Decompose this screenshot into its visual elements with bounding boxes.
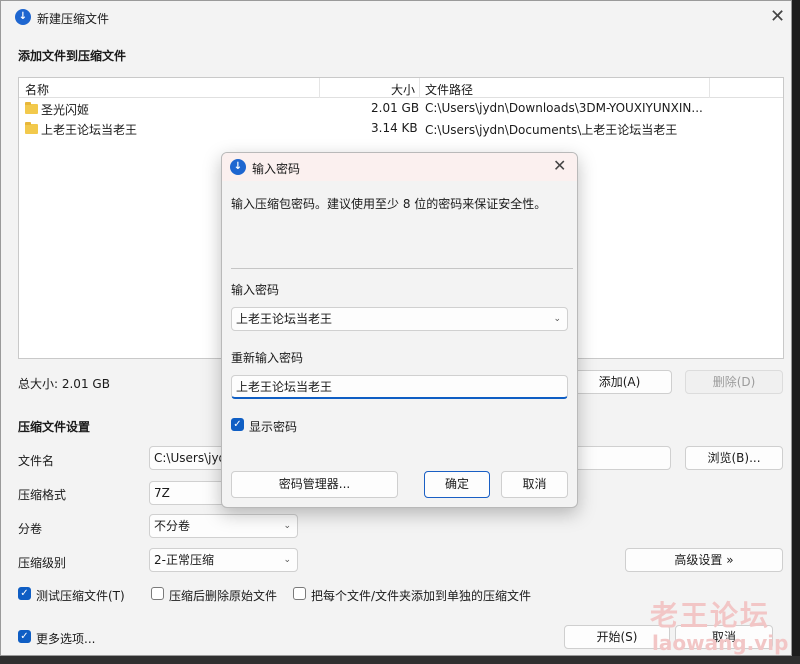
each-separate-label[interactable]: 把每个文件/文件夹添加到单独的压缩文件 xyxy=(311,587,531,604)
column-divider[interactable] xyxy=(709,78,710,98)
dialog-title-bar: ↓ 输入密码 ✕ xyxy=(222,153,577,181)
row-size: 2.01 GB xyxy=(371,101,420,115)
column-divider[interactable] xyxy=(319,78,320,98)
delete-after-checkbox[interactable] xyxy=(151,587,164,600)
level-select[interactable]: 2-正常压缩 ⌄ xyxy=(149,548,298,572)
browse-button[interactable]: 浏览(B)... xyxy=(685,446,783,470)
row-path: C:\Users\jydn\Downloads\3DM-YOUXIYUNXIN.… xyxy=(425,101,703,115)
format-select-value: 7Z xyxy=(154,486,170,500)
each-separate-checkbox[interactable] xyxy=(293,587,306,600)
more-options-label[interactable]: 更多选项... xyxy=(36,630,95,647)
format-label: 压缩格式 xyxy=(18,488,67,502)
password-combobox-value: 上老王论坛当老王 xyxy=(236,312,333,326)
chevron-down-icon: ⌄ xyxy=(283,521,291,531)
close-icon[interactable]: ✕ xyxy=(770,6,785,27)
total-size-text: 总大小: 2.01 GB xyxy=(18,377,110,391)
level-label: 压缩级别 xyxy=(18,556,67,570)
file-list-header: 名称 大小 文件路径 xyxy=(19,78,783,98)
close-icon[interactable]: ✕ xyxy=(553,156,566,175)
test-archive-checkbox[interactable]: ✓ xyxy=(18,587,31,600)
column-header-size[interactable]: 大小 xyxy=(391,81,415,98)
level-select-value: 2-正常压缩 xyxy=(154,553,214,567)
add-button[interactable]: 添加(A) xyxy=(567,370,672,394)
folder-icon xyxy=(25,122,38,134)
row-path: C:\Users\jydn\Documents\上老王论坛当老王 xyxy=(425,123,678,137)
folder-icon xyxy=(25,102,38,114)
table-row[interactable]: 上老王论坛当老王 3.14 KB C:\Users\jydn\Documents… xyxy=(19,118,783,138)
divider xyxy=(231,268,573,269)
more-options-checkbox[interactable]: ✓ xyxy=(18,630,31,643)
password-dialog: ↓ 输入密码 ✕ 输入压缩包密码。建议使用至少 8 位的密码来保证安全性。 输入… xyxy=(221,152,578,508)
test-archive-label[interactable]: 测试压缩文件(T) xyxy=(36,587,125,604)
chevron-down-icon[interactable]: ⌄ xyxy=(553,308,561,330)
watermark-logo-text: 老王论坛 xyxy=(650,599,771,632)
column-header-name[interactable]: 名称 xyxy=(25,81,49,98)
chevron-down-icon: ⌄ xyxy=(283,555,291,565)
row-name: 上老王论坛当老王 xyxy=(41,123,138,137)
volume-select[interactable]: 不分卷 ⌄ xyxy=(149,514,298,538)
confirm-password-label: 重新输入密码 xyxy=(231,351,304,365)
delete-button[interactable]: 删除(D) xyxy=(685,370,783,394)
dialog-title: 输入密码 xyxy=(252,162,301,176)
show-password-checkbox[interactable]: ✓ xyxy=(231,418,244,431)
volume-label: 分卷 xyxy=(18,522,43,536)
column-header-path[interactable]: 文件路径 xyxy=(425,81,473,98)
app-logo-icon: ↓ xyxy=(230,159,246,175)
volume-select-value: 不分卷 xyxy=(154,519,191,533)
title-bar: ↓ 新建压缩文件 ✕ xyxy=(1,1,791,33)
password-label: 输入密码 xyxy=(231,283,280,297)
column-divider[interactable] xyxy=(419,78,420,98)
archive-settings-label: 压缩文件设置 xyxy=(18,420,91,434)
row-size: 3.14 KB xyxy=(371,121,418,135)
confirm-password-input[interactable]: 上老王论坛当老王 xyxy=(231,375,568,399)
background-sliver-right xyxy=(792,0,800,664)
add-files-section-label: 添加文件到压缩文件 xyxy=(18,49,127,63)
background-sliver-bottom xyxy=(0,656,800,664)
row-name: 圣光闪姬 xyxy=(41,103,90,117)
show-password-label[interactable]: 显示密码 xyxy=(249,418,297,435)
watermark-url-text: laowang.vip xyxy=(652,631,789,655)
password-combobox[interactable]: 上老王论坛当老王 ⌄ xyxy=(231,307,568,331)
filename-label: 文件名 xyxy=(18,454,55,468)
password-manager-button[interactable]: 密码管理器... xyxy=(231,471,398,498)
dialog-cancel-button[interactable]: 取消 xyxy=(501,471,568,498)
app-logo-icon: ↓ xyxy=(15,9,31,25)
delete-after-label[interactable]: 压缩后删除原始文件 xyxy=(169,587,277,604)
window-title: 新建压缩文件 xyxy=(37,12,110,26)
dialog-description: 输入压缩包密码。建议使用至少 8 位的密码来保证安全性。 xyxy=(231,197,547,211)
table-row[interactable]: 圣光闪姬 2.01 GB C:\Users\jydn\Downloads\3DM… xyxy=(19,98,783,118)
advanced-settings-button[interactable]: 高级设置 » xyxy=(625,548,783,572)
ok-button[interactable]: 确定 xyxy=(424,471,490,498)
